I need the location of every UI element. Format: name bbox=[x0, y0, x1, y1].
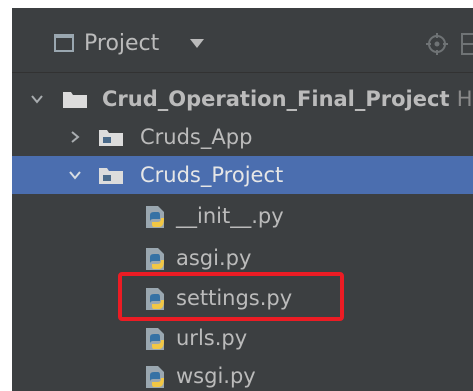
triangle-down-icon[interactable] bbox=[190, 39, 204, 48]
project-window-icon bbox=[54, 34, 74, 52]
tree-row-root[interactable]: Crud_Operation_Final_Project H:\ bbox=[12, 80, 473, 118]
folder-icon bbox=[99, 130, 123, 146]
tree-root-path: H:\ bbox=[456, 87, 473, 111]
tree-root-name: Crud_Operation_Final_Project bbox=[102, 87, 450, 111]
python-file-icon bbox=[146, 206, 164, 228]
tree-item-label: Cruds_Project bbox=[140, 163, 284, 187]
crosshair-icon[interactable] bbox=[426, 33, 448, 55]
tree-row-file[interactable]: __init__.py bbox=[12, 198, 473, 236]
toolbar-options-icon[interactable] bbox=[460, 31, 473, 57]
project-view-selector[interactable]: Project bbox=[84, 30, 159, 58]
chevron-right-icon[interactable] bbox=[68, 130, 82, 144]
chevron-down-icon[interactable] bbox=[68, 168, 82, 182]
tree-row-cruds-project[interactable]: Cruds_Project bbox=[12, 156, 473, 194]
file-label: __init__.py bbox=[176, 204, 284, 228]
folder-icon bbox=[63, 92, 87, 108]
project-tool-window: Project Crud_Operation_Final_Project H C… bbox=[12, 8, 473, 391]
python-file-icon bbox=[146, 288, 164, 310]
python-file-icon bbox=[146, 366, 164, 388]
file-label: wsgi.py bbox=[176, 364, 256, 388]
toolbar-divider bbox=[12, 72, 473, 73]
tree-row-file[interactable]: wsgi.py bbox=[12, 358, 473, 391]
python-file-icon bbox=[146, 248, 164, 270]
tree-row-file[interactable]: asgi.py bbox=[12, 240, 473, 278]
screenshot-frame: Project Crud_Operation_Final_Project H C… bbox=[0, 0, 473, 391]
file-label: asgi.py bbox=[176, 246, 252, 270]
python-file-icon bbox=[146, 328, 164, 350]
tree-row-file[interactable]: settings.py bbox=[12, 280, 473, 318]
tree-row-cruds-app[interactable]: Cruds_App bbox=[12, 118, 473, 156]
tree-item-label: Cruds_App bbox=[140, 125, 253, 149]
folder-icon bbox=[99, 168, 123, 184]
tree-root-label: Crud_Operation_Final_Project H:\ bbox=[102, 85, 473, 113]
tree-row-file[interactable]: urls.py bbox=[12, 320, 473, 358]
chevron-down-icon[interactable] bbox=[30, 92, 44, 106]
file-label: settings.py bbox=[176, 286, 293, 310]
project-toolbar bbox=[12, 8, 473, 72]
file-label: urls.py bbox=[176, 326, 248, 350]
